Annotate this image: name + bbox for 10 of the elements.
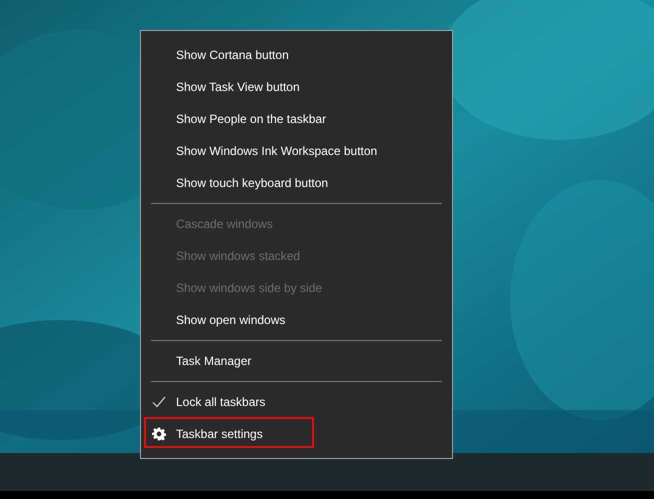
menu-item[interactable]: Show Windows Ink Workspace button (176, 142, 378, 160)
menu-item[interactable]: Show touch keyboard button (176, 174, 328, 192)
menu-item[interactable]: Lock all taskbars (176, 393, 266, 411)
menu-item[interactable]: Task Manager (176, 352, 252, 370)
menu-item[interactable]: Taskbar settings (176, 425, 263, 443)
menu-item[interactable]: Show People on the taskbar (176, 110, 326, 128)
menu-item[interactable]: Show Cortana button (176, 46, 289, 64)
menu-item[interactable]: Show Task View button (176, 78, 300, 96)
settings-icon (152, 427, 166, 441)
menu-item[interactable]: Show open windows (176, 311, 286, 329)
